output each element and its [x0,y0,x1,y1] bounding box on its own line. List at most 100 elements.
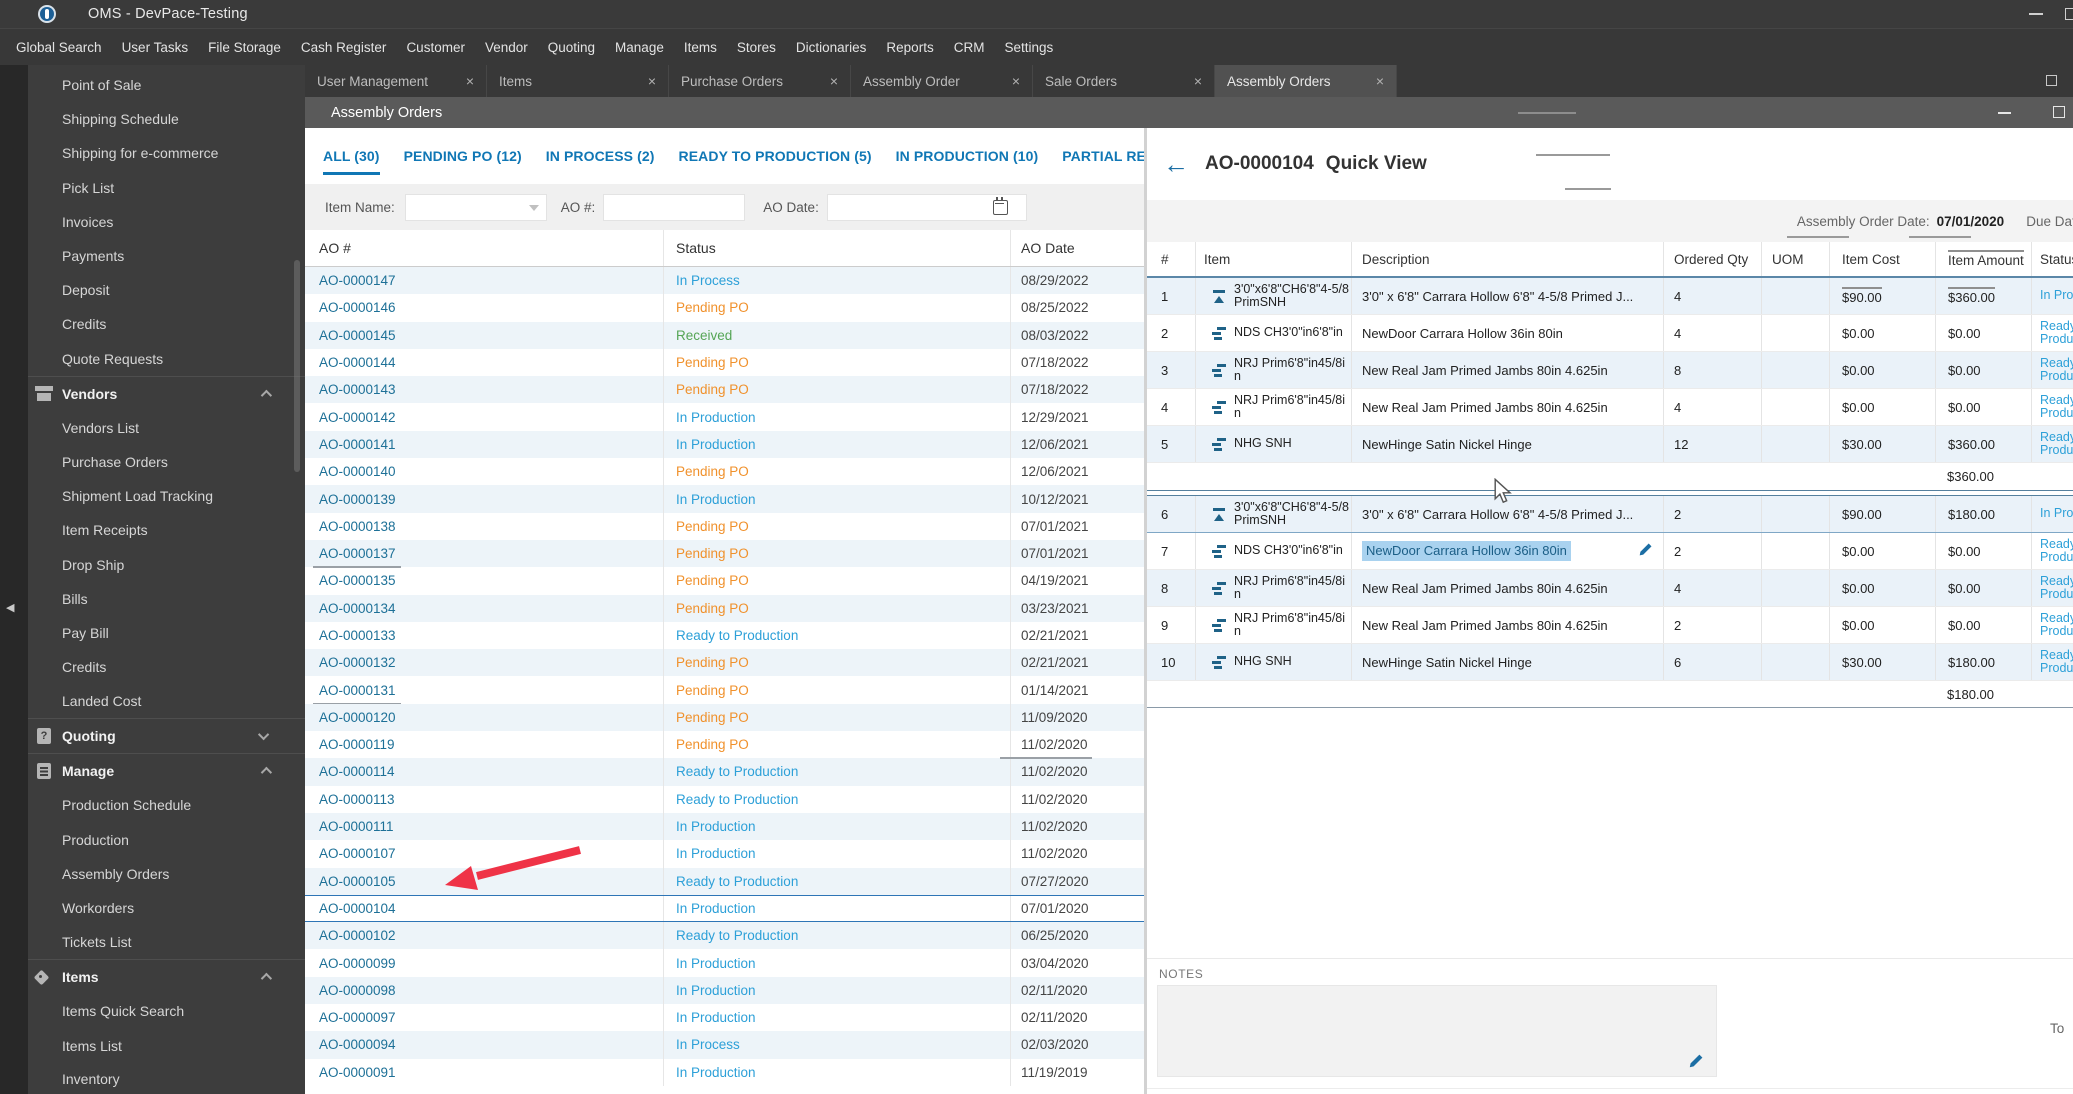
qv-item-row[interactable]: 10 NHG SNH NewHinge Satin Nickel Hinge 6 $30… [1147,644,2073,681]
menu-item-items[interactable]: Items [674,40,727,55]
menu-item-stores[interactable]: Stores [727,40,786,55]
table-row[interactable]: AO-0000114 Ready to Production 11/02/2020 [305,757,1144,786]
table-row[interactable]: AO-0000102 Ready to Production 06/25/2020 [305,922,1144,950]
table-row[interactable]: AO-0000135 Pending PO 04/19/2021 [305,567,1144,595]
qv-column-header-description[interactable]: Description [1351,242,1663,276]
ao-link[interactable]: AO-0000137 [319,546,396,561]
ao-link[interactable]: AO-0000114 [319,764,395,779]
ao-link[interactable]: AO-0000141 [319,437,396,452]
ao-link[interactable]: AO-0000142 [319,410,396,425]
ao-link[interactable]: AO-0000098 [319,983,396,998]
description-cell[interactable]: NewDoor Carrara Hollow 36in 80in [1351,533,1663,569]
table-row[interactable]: AO-0000091 In Production 11/19/2019 [305,1058,1144,1086]
sidebar-item-drop-ship[interactable]: Drop Ship [28,547,305,581]
calendar-icon[interactable] [992,196,1008,215]
qv-column-header-ordered-qty[interactable]: Ordered Qty [1663,242,1761,276]
description-cell[interactable]: NewHinge Satin Nickel Hinge [1351,426,1663,462]
ao-link[interactable]: AO-0000135 [319,573,396,588]
ao-link[interactable]: AO-0000113 [319,792,395,807]
table-row[interactable]: AO-0000138 Pending PO 07/01/2021 [305,512,1144,540]
ao-link[interactable]: AO-0000145 [319,328,396,343]
column-header-ao[interactable]: AO # [305,240,663,256]
sidebar-item-purchase-orders[interactable]: Purchase Orders [28,445,305,479]
ao-link[interactable]: AO-0000107 [319,846,396,861]
menu-item-quoting[interactable]: Quoting [538,40,605,55]
ao-link[interactable]: AO-0000144 [319,355,396,370]
description-cell[interactable]: 3'0" x 6'8" Carrara Hollow 6'8" 4-5/8 Pr… [1351,278,1663,314]
ao-link[interactable]: AO-0000094 [319,1037,396,1052]
qv-item-row[interactable]: 7 NDS CH3'0"in6'8"in NewDoor Carrara Hollo… [1147,533,2073,570]
tab-user-management[interactable]: User Management × [305,65,487,97]
table-row[interactable]: AO-0000097 In Production 02/11/2020 [305,1004,1144,1032]
menu-item-settings[interactable]: Settings [994,40,1063,55]
sidebar-item-items-list[interactable]: Items List [28,1029,305,1063]
menu-item-customer[interactable]: Customer [396,40,475,55]
ao-link[interactable]: AO-0000139 [319,492,396,507]
chevron-down-icon[interactable] [257,729,270,741]
chevron-up-icon[interactable] [260,973,273,985]
ao-link[interactable]: AO-0000146 [319,300,396,315]
column-header-status[interactable]: Status [663,230,1010,266]
ao-link[interactable]: AO-0000143 [319,382,396,397]
qv-column-header-[interactable]: # [1147,242,1195,276]
sidebar-item-production-schedule[interactable]: Production Schedule [28,788,305,822]
notes-textarea[interactable] [1157,985,1717,1077]
sidebar-item-inventory[interactable]: Inventory [28,1063,305,1094]
ao-link[interactable]: AO-0000138 [319,519,396,534]
table-row[interactable]: AO-0000105 Ready to Production 07/27/2020 [305,867,1144,895]
menu-item-global-search[interactable]: Global Search [6,40,112,55]
ao-link[interactable]: AO-0000105 [319,874,396,889]
item-name-select[interactable] [404,193,547,221]
menu-item-vendor[interactable]: Vendor [475,40,538,55]
menu-item-crm[interactable]: CRM [944,40,995,55]
menu-item-file-storage[interactable]: File Storage [198,40,291,55]
menu-item-cash-register[interactable]: Cash Register [291,40,397,55]
back-arrow-icon[interactable]: ← [1163,151,1189,177]
description-cell[interactable]: 3'0" x 6'8" Carrara Hollow 6'8" 4-5/8 Pr… [1351,496,1663,532]
tab-sale-orders[interactable]: Sale Orders × [1033,65,1215,97]
table-row[interactable]: AO-0000132 Pending PO 02/21/2021 [305,649,1144,677]
ao-number-input[interactable] [603,193,746,221]
table-row[interactable]: AO-0000131 Pending PO 01/14/2021 [305,676,1144,705]
ao-link[interactable]: AO-0000131 [319,683,396,698]
sidebar-section-vendors[interactable]: Vendors [28,375,305,411]
ao-link[interactable]: AO-0000140 [319,464,396,479]
sidebar-item-payments[interactable]: Payments [28,239,305,273]
sidebar-scrollbar[interactable] [294,260,300,472]
ao-link[interactable]: AO-0000099 [319,956,396,971]
close-icon[interactable]: × [1376,73,1384,89]
table-row[interactable]: AO-0000113 Ready to Production 11/02/2020 [305,785,1144,813]
description-cell[interactable]: New Real Jam Primed Jambs 80in 4.625in [1351,607,1663,643]
menu-item-manage[interactable]: Manage [605,40,674,55]
ao-link[interactable]: AO-0000091 [319,1065,396,1080]
sidebar-item-bills[interactable]: Bills [28,582,305,616]
ao-link[interactable]: AO-0000102 [319,928,396,943]
qv-item-row[interactable]: 6 3'0"x6'8"CH6'8"4-5/8PrimSNH 3'0" x 6'8" … [1147,496,2073,533]
edit-description-pencil-icon[interactable] [1638,542,1653,557]
qv-item-row[interactable]: 4 NRJ Prim6'8"in45/8in New Real Jam Primed… [1147,389,2073,426]
ao-link[interactable]: AO-0000119 [319,737,395,752]
sidebar-item-deposit[interactable]: Deposit [28,273,305,307]
sidebar-item-tickets-list[interactable]: Tickets List [28,925,305,959]
maximize-icon[interactable] [2065,8,2073,20]
sidebar-item-point-of-sale[interactable]: Point of Sale [28,68,305,102]
ao-link[interactable]: AO-0000120 [319,710,396,725]
panel-minimize-icon[interactable] [1998,112,2011,114]
ao-link[interactable]: AO-0000132 [319,655,396,670]
ao-link[interactable]: AO-0000134 [319,601,396,616]
table-row[interactable]: AO-0000146 Pending PO 08/25/2022 [305,294,1144,322]
qv-column-header-item[interactable]: Item [1195,242,1351,276]
table-row[interactable]: AO-0000133 Ready to Production 02/21/2021 [305,621,1144,650]
table-row[interactable]: AO-0000134 Pending PO 03/23/2021 [305,594,1144,622]
table-row[interactable]: AO-0000137 Pending PO 07/01/2021 [305,539,1144,569]
sidebar-item-shipping-schedule[interactable]: Shipping Schedule [28,102,305,136]
restore-window-icon[interactable] [2046,75,2057,86]
sidebar-item-shipment-load-tracking[interactable]: Shipment Load Tracking [28,479,305,513]
chevron-up-icon[interactable] [260,767,273,779]
sidebar-item-pay-bill[interactable]: Pay Bill [28,616,305,650]
sidebar-item-pick-list[interactable]: Pick List [28,171,305,205]
qv-column-header-uom[interactable]: UOM [1761,242,1829,276]
table-row[interactable]: AO-0000139 In Production 10/12/2021 [305,485,1144,513]
close-icon[interactable]: × [1012,73,1020,89]
ao-link[interactable]: AO-0000104 [319,901,396,916]
